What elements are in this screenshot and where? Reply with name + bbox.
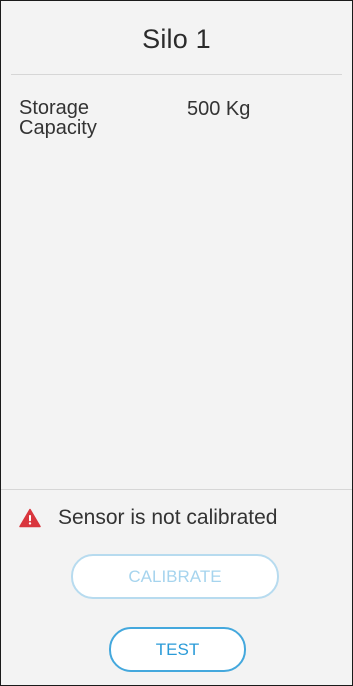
- warning-message: Sensor is not calibrated: [58, 506, 278, 529]
- warning-triangle-icon: [19, 508, 41, 528]
- storage-capacity-label: Storage Capacity: [19, 97, 97, 139]
- test-button[interactable]: TEST: [109, 627, 246, 672]
- silo-panel: Silo 1 Storage Capacity 500 Kg Sensor is…: [0, 0, 353, 686]
- calibrate-button[interactable]: CALIBRATE: [71, 554, 279, 599]
- calibration-warning: Sensor is not calibrated: [19, 506, 277, 530]
- title-divider: [11, 74, 342, 75]
- page-title: Silo 1: [142, 24, 211, 54]
- storage-capacity-value: 500 Kg: [187, 98, 251, 120]
- bottom-divider: [1, 489, 352, 490]
